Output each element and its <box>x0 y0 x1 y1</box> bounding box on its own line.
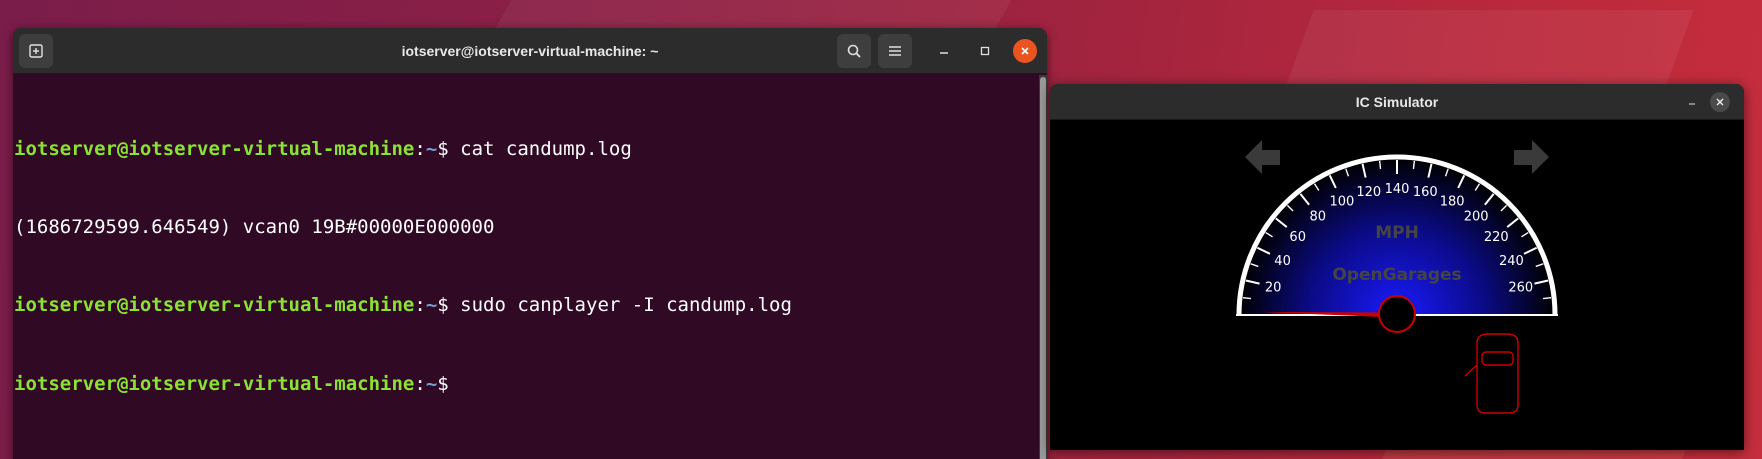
speedometer-tick-label: 120 <box>1356 185 1381 200</box>
wallpaper-facet <box>1286 10 1694 85</box>
open-door-line <box>1464 364 1478 377</box>
speedometer-tick <box>1242 296 1252 300</box>
simulator-title: IC Simulator <box>1355 94 1439 110</box>
speedometer-tick-label: 260 <box>1508 281 1533 296</box>
hamburger-menu-icon <box>889 46 901 56</box>
speedometer-tick-label: 20 <box>1265 281 1282 296</box>
simulator-minimize-button[interactable] <box>1680 90 1704 114</box>
prompt-separator: : <box>414 294 426 316</box>
command-text: cat candump.log <box>460 138 632 160</box>
terminal-scrollbar[interactable] <box>1039 75 1047 459</box>
car-door-status-icon <box>1464 333 1519 414</box>
command-text: sudo canplayer -I candump.log <box>460 294 792 316</box>
speedometer-tick-label: 220 <box>1484 230 1509 245</box>
left-turn-signal-icon <box>1245 140 1280 174</box>
speedometer-tick-label: 60 <box>1289 230 1306 245</box>
speedometer-tick-label: 200 <box>1464 210 1489 225</box>
close-icon <box>1716 98 1724 106</box>
scrollbar-thumb[interactable] <box>1040 77 1046 459</box>
speedometer-tick-label: 160 <box>1413 185 1438 200</box>
speedometer-tick-label: 80 <box>1310 210 1327 225</box>
prompt-user: iotserver@iotserver-virtual-machine <box>14 138 415 160</box>
speedometer-tick-label: 100 <box>1329 195 1354 210</box>
terminal-line: (1686729599.646549) vcan0 19B#00000E0000… <box>14 214 1047 240</box>
prompt-symbol: $ <box>437 138 461 160</box>
speedometer-tick-label: 40 <box>1274 254 1291 269</box>
prompt-user: iotserver@iotserver-virtual-machine <box>14 373 415 395</box>
minimize-icon <box>1689 103 1695 105</box>
close-icon <box>1021 47 1029 55</box>
brand-label: OpenGarages <box>1332 265 1461 285</box>
prompt-path: ~ <box>425 373 438 395</box>
search-button[interactable] <box>837 34 871 68</box>
speedometer-tick-label: 180 <box>1440 195 1465 210</box>
text-cursor <box>449 370 450 390</box>
right-turn-signal-icon <box>1514 140 1549 174</box>
prompt-symbol: $ <box>437 373 449 395</box>
prompt-path: ~ <box>425 138 438 160</box>
speedometer-tick-label: 240 <box>1499 254 1524 269</box>
prompt-user: iotserver@iotserver-virtual-machine <box>14 294 415 316</box>
maximize-button[interactable] <box>973 39 997 63</box>
terminal-line: iotserver@iotserver-virtual-machine:~$ c… <box>14 136 1047 162</box>
menu-button[interactable] <box>878 34 912 68</box>
minimize-icon <box>940 52 948 54</box>
prompt-symbol: $ <box>437 294 461 316</box>
prompt-separator: : <box>414 373 426 395</box>
simulator-close-button[interactable] <box>1710 92 1730 112</box>
search-icon <box>847 44 861 58</box>
ic-simulator-window: IC Simulator 20 40 60 80 100 120 140 160… <box>1050 84 1744 450</box>
prompt-separator: : <box>414 138 426 160</box>
terminal-line: iotserver@iotserver-virtual-machine:~$ s… <box>14 292 1047 318</box>
speedometer-tick <box>1542 296 1552 300</box>
terminal-titlebar[interactable]: iotserver@iotserver-virtual-machine: ~ <box>13 28 1047 74</box>
speedometer-tick <box>1412 160 1416 170</box>
simulator-titlebar[interactable]: IC Simulator <box>1050 84 1744 120</box>
command-output: (1686729599.646549) vcan0 19B#00000E0000… <box>14 216 495 238</box>
terminal-output[interactable]: iotserver@iotserver-virtual-machine:~$ c… <box>13 74 1047 449</box>
close-button[interactable] <box>1013 39 1037 63</box>
instrument-cluster: 20406080100120 140 160180200220240260 MPH … <box>1236 140 1558 414</box>
speedometer-tick-label: 140 <box>1385 182 1410 197</box>
terminal-window: iotserver@iotserver-virtual-machine: ~ i… <box>13 28 1047 459</box>
prompt-path: ~ <box>425 294 438 316</box>
maximize-icon <box>980 46 990 56</box>
speed-unit-label: MPH <box>1375 223 1419 243</box>
needle-hub <box>1378 295 1416 333</box>
speedometer-tick <box>1378 160 1382 170</box>
terminal-line: iotserver@iotserver-virtual-machine:~$ <box>14 370 1047 397</box>
minimize-button[interactable] <box>932 39 956 63</box>
